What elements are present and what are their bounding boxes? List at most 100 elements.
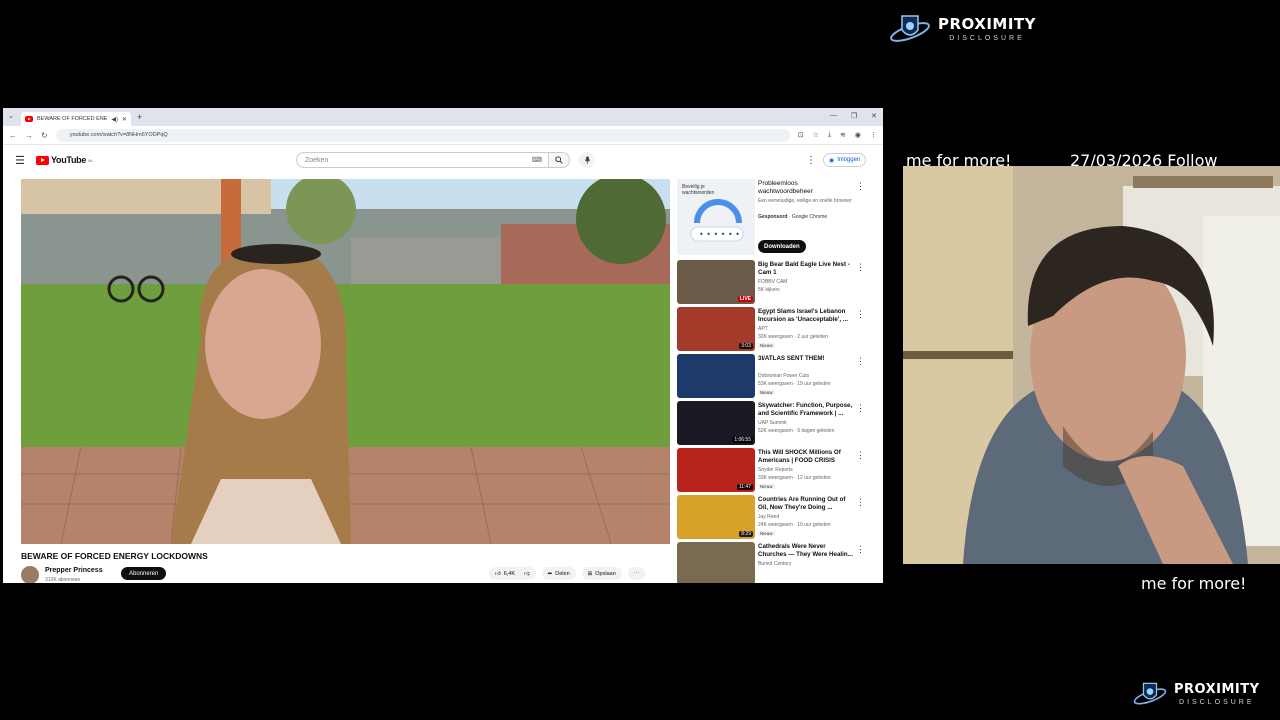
reload-icon[interactable]: ↻ xyxy=(41,131,48,140)
recommendation-meta: 53K weergaven · 19 uur geleden xyxy=(758,381,831,387)
tab-bar: ⌄ BEWARE OF FORCED ENER ◀) ✕ + — ❐ ✕ xyxy=(3,108,883,126)
like-count: 6,4K xyxy=(503,570,516,577)
sponsored-ad[interactable]: Beveilig je wachtwoorden • • • • • • Pro… xyxy=(677,179,873,260)
more-actions-button[interactable]: ⋯ xyxy=(627,567,646,580)
recommendation-more-icon[interactable]: ⋮ xyxy=(856,309,865,320)
recommendation-more-icon[interactable]: ⋮ xyxy=(856,262,865,273)
recommendation-item[interactable]: 8:29 Countries Are Running Out of Oil, N… xyxy=(677,495,873,542)
close-window-icon[interactable]: ✕ xyxy=(871,112,877,120)
recommendation-meta: 52K weergaven · 9 dagen geleden xyxy=(758,428,835,434)
bookmark-star-icon[interactable]: ☆ xyxy=(813,131,819,139)
video-frame xyxy=(21,179,670,544)
minimize-icon[interactable]: — xyxy=(830,112,837,120)
search-input[interactable]: Zoeken ⌨ xyxy=(296,152,549,168)
recommendation-channel[interactable]: Snyder Reports xyxy=(758,467,793,473)
ad-title[interactable]: Probleemloos wachtwoordbeheer xyxy=(758,180,853,196)
extensions-icon[interactable]: ≋ xyxy=(840,131,846,139)
video-player[interactable] xyxy=(21,179,670,544)
recommendation-thumbnail[interactable] xyxy=(677,354,755,398)
menu-icon[interactable]: ☰ xyxy=(15,154,25,167)
url-field[interactable]: youtube.com/watch?v=8NHm6YODPqQ xyxy=(55,128,790,142)
youtube-header: ☰ YouTube NL Zoeken ⌨ ⋮ ◉ Inloggen xyxy=(3,145,883,175)
ad-download-button[interactable]: Downloaden xyxy=(758,240,806,253)
duration-badge: 1:06:55 xyxy=(732,437,753,443)
signin-button[interactable]: ◉ Inloggen xyxy=(823,153,867,167)
recommendation-thumbnail[interactable]: LIVE xyxy=(677,260,755,304)
recommendation-meta: 33K weergaven · 12 uur geleden xyxy=(758,475,831,481)
forward-icon[interactable]: → xyxy=(25,131,33,140)
recommendation-item[interactable]: LIVE Big Bear Bald Eagle Live Nest - Cam… xyxy=(677,260,873,307)
ad-description: Een eenvoudige, veilige en snelle browse… xyxy=(758,198,852,204)
duration-badge: 3:03 xyxy=(739,343,753,349)
recommendation-title[interactable]: Countries Are Running Out of Oil, Now Th… xyxy=(758,496,853,512)
profile-icon[interactable]: ◉ xyxy=(855,131,861,139)
recommendation-title[interactable]: 3I/ATLAS SENT THEM! xyxy=(758,355,853,363)
brand-subtitle-bottom: DISCLOSURE xyxy=(1179,698,1255,706)
like-button[interactable]: 👍︎ 6,4K 👎︎ xyxy=(489,567,536,580)
audio-icon[interactable]: ◀) xyxy=(111,116,118,123)
recommendation-thumbnail[interactable]: 3:03 xyxy=(677,307,755,351)
ad-thumbnail[interactable]: Beveilig je wachtwoorden • • • • • • xyxy=(677,179,755,255)
recommendation-item[interactable]: Cathedrals Were Never Churches — They We… xyxy=(677,542,873,583)
youtube-region-code: NL xyxy=(88,157,93,163)
keyboard-icon[interactable]: ⌨ xyxy=(532,156,542,164)
save-button[interactable]: ⊞ Opslaan xyxy=(581,567,622,580)
recommendation-title[interactable]: Big Bear Bald Eagle Live Nest - Cam 1 xyxy=(758,261,853,277)
live-badge: LIVE xyxy=(737,296,753,302)
recommendation-thumbnail[interactable]: 11:47 xyxy=(677,448,755,492)
install-app-icon[interactable]: ⊡ xyxy=(798,131,804,139)
recommendation-channel[interactable]: UAP Summit xyxy=(758,420,787,426)
recommendation-channel[interactable]: Buried Century xyxy=(758,561,791,567)
sponsor-name: · Google Chrome xyxy=(788,214,828,220)
close-tab-icon[interactable]: ✕ xyxy=(122,116,127,123)
recommendation-thumbnail[interactable]: 8:29 xyxy=(677,495,755,539)
dislike-icon[interactable]: 👎︎ xyxy=(524,571,530,577)
new-badge: Nieuw xyxy=(758,343,775,348)
recommendation-item[interactable]: 1:06:55 Skywatcher: Function, Purpose, a… xyxy=(677,401,873,448)
ticker-text-bottom: me for more! xyxy=(1141,574,1247,593)
ad-more-icon[interactable]: ⋮ xyxy=(856,181,865,192)
back-icon[interactable]: ← xyxy=(9,131,17,140)
recommendation-item[interactable]: 11:47 This Will SHOCK Millions Of Americ… xyxy=(677,448,873,495)
channel-name[interactable]: Prepper Princess xyxy=(45,567,103,574)
recommendation-title[interactable]: Cathedrals Were Never Churches — They We… xyxy=(758,543,853,559)
duration-badge: 8:29 xyxy=(739,531,753,537)
browser-menu-icon[interactable]: ⋮ xyxy=(870,131,877,139)
youtube-logo-text: YouTube xyxy=(51,155,87,165)
voice-search-button[interactable] xyxy=(579,152,595,168)
duration-badge: 11:47 xyxy=(736,484,753,490)
recommendation-item[interactable]: 3I/ATLAS SENT THEM! Dobsonian Power Cuts… xyxy=(677,354,873,401)
recommendation-more-icon[interactable]: ⋮ xyxy=(856,403,865,414)
search-icon xyxy=(555,156,563,164)
settings-more-icon[interactable]: ⋮ xyxy=(806,155,816,166)
recommendation-more-icon[interactable]: ⋮ xyxy=(856,544,865,555)
recommendation-channel[interactable]: Dobsonian Power Cuts xyxy=(758,373,809,379)
recommendation-list: LIVE Big Bear Bald Eagle Live Nest - Cam… xyxy=(677,260,873,583)
search-button[interactable] xyxy=(548,152,570,168)
share-button[interactable]: ➦ Delen xyxy=(541,567,576,580)
recommendation-title[interactable]: Egypt Slams Israel's Lebanon Incursion a… xyxy=(758,308,853,324)
recommendation-channel[interactable]: APT xyxy=(758,326,768,332)
recommendation-title[interactable]: This Will SHOCK Millions Of Americans | … xyxy=(758,449,853,465)
restore-icon[interactable]: ❐ xyxy=(851,112,857,120)
webcam-feed xyxy=(903,166,1280,564)
recommendation-thumbnail[interactable]: 1:06:55 xyxy=(677,401,755,445)
recommendation-more-icon[interactable]: ⋮ xyxy=(856,497,865,508)
subscribe-button[interactable]: Abonneren xyxy=(121,567,167,580)
recommendation-item[interactable]: 3:03 Egypt Slams Israel's Lebanon Incurs… xyxy=(677,307,873,354)
browser-tab[interactable]: BEWARE OF FORCED ENER ◀) ✕ xyxy=(21,112,131,126)
video-actions: 👍︎ 6,4K 👎︎ ➦ Delen ⊞ Opslaan ⋯ xyxy=(489,567,646,580)
recommendation-more-icon[interactable]: ⋮ xyxy=(856,356,865,367)
save-label: Opslaan xyxy=(595,570,616,577)
recommendation-channel[interactable]: FOBBV CAM xyxy=(758,279,787,285)
youtube-logo[interactable]: YouTube NL xyxy=(36,155,93,165)
recommendation-title[interactable]: Skywatcher: Function, Purpose, and Scien… xyxy=(758,402,853,418)
recommendation-more-icon[interactable]: ⋮ xyxy=(856,450,865,461)
recommendation-thumbnail[interactable] xyxy=(677,542,755,583)
window-controls: — ❐ ✕ xyxy=(830,112,877,120)
download-icon[interactable]: ⤓ xyxy=(828,131,831,139)
recommendation-channel[interactable]: Jay Reed xyxy=(758,514,779,520)
tab-search-icon[interactable]: ⌄ xyxy=(8,112,14,120)
new-tab-button[interactable]: + xyxy=(137,112,142,122)
channel-avatar[interactable] xyxy=(21,566,39,583)
